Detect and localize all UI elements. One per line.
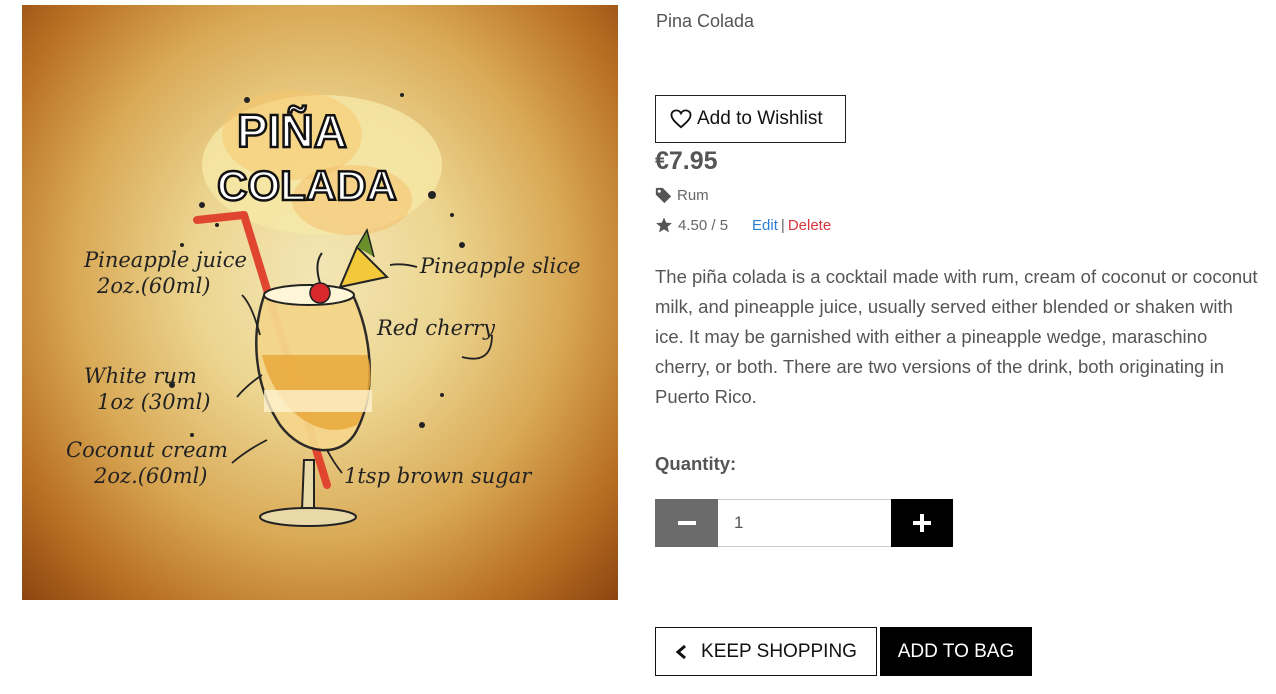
- image-label-pineapple-juice-amount: 2oz.(60ml): [96, 274, 210, 298]
- star-icon: [656, 217, 672, 233]
- image-label-white-rum: White rum: [84, 364, 197, 388]
- minus-icon: [677, 521, 696, 525]
- rating-row: 4.50 / 5 Edit | Delete: [655, 216, 831, 234]
- keep-shopping-button[interactable]: KEEP SHOPPING: [655, 627, 877, 676]
- image-label-coconut-cream: Coconut cream: [66, 438, 228, 462]
- delete-link[interactable]: Delete: [788, 217, 831, 234]
- heart-icon: [670, 109, 692, 129]
- image-label-brown-sugar: 1tsp brown sugar: [344, 464, 533, 488]
- image-title-line2: COLADA: [217, 162, 397, 209]
- rating-value: 4.50 / 5: [678, 216, 729, 234]
- category-label: Rum: [677, 187, 709, 204]
- product-image: PIÑA COLADA Pineapple juice 2oz.(60ml) W…: [22, 5, 618, 600]
- image-label-pineapple-juice: Pineapple juice: [83, 248, 247, 272]
- cocktail-illustration: PIÑA COLADA Pineapple juice 2oz.(60ml) W…: [66, 90, 580, 527]
- product-category[interactable]: Rum: [655, 187, 709, 204]
- image-label-coconut-cream-amount: 2oz.(60ml): [93, 464, 207, 488]
- tag-icon: [655, 187, 672, 204]
- decrement-quantity-button[interactable]: [655, 499, 718, 547]
- product-price: €7.95: [655, 147, 718, 175]
- increment-quantity-button[interactable]: [891, 499, 953, 547]
- image-title-line1: PIÑA: [237, 105, 347, 157]
- add-to-bag-button[interactable]: ADD TO BAG: [880, 627, 1032, 676]
- keep-shopping-label: KEEP SHOPPING: [701, 640, 857, 662]
- product-title: Pina Colada: [656, 11, 755, 31]
- quantity-input[interactable]: [718, 499, 891, 547]
- plus-icon: [913, 514, 931, 532]
- product-description: The piña colada is a cocktail made with …: [655, 266, 1258, 407]
- edit-link[interactable]: Edit: [752, 217, 778, 234]
- add-to-wishlist-button[interactable]: Add to Wishlist: [655, 95, 846, 143]
- quantity-label: Quantity:: [655, 453, 737, 474]
- wishlist-label: Add to Wishlist: [697, 108, 823, 129]
- quantity-stepper: [655, 499, 953, 547]
- image-label-red-cherry: Red cherry: [376, 316, 496, 340]
- chevron-left-icon: [675, 644, 687, 659]
- image-label-pineapple-slice: Pineapple slice: [419, 254, 580, 278]
- link-separator: |: [780, 216, 785, 234]
- image-label-white-rum-amount: 1oz (30ml): [97, 390, 210, 414]
- add-to-bag-label: ADD TO BAG: [897, 640, 1015, 662]
